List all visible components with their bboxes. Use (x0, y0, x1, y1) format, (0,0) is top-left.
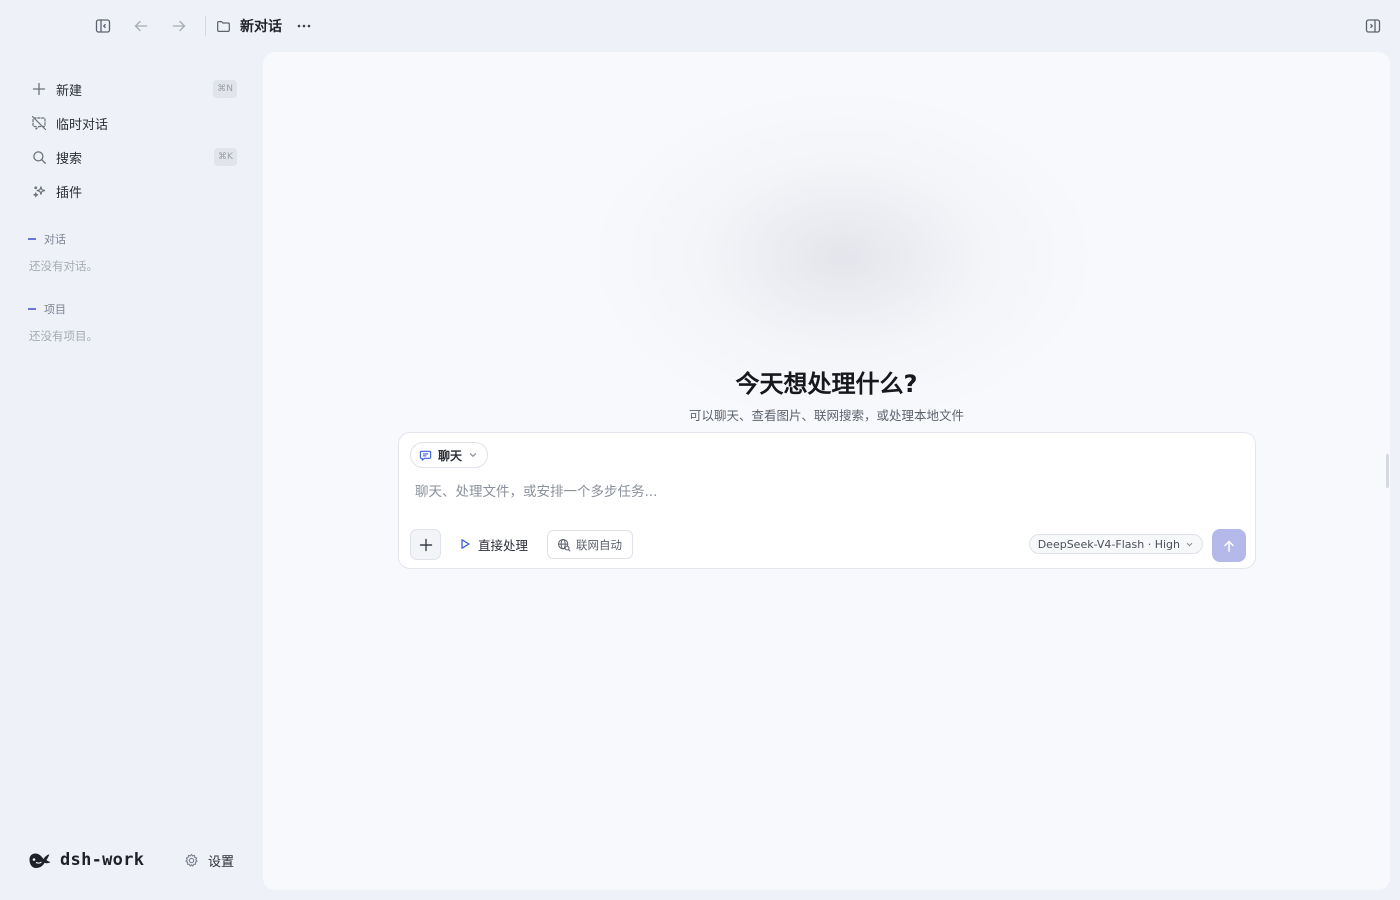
chat-bubble-icon (419, 449, 432, 462)
chevron-down-icon (1185, 540, 1194, 549)
top-bar: 新对话 (0, 0, 1400, 52)
shortcut-badge: ⌘N (213, 80, 237, 98)
sparkle-icon (30, 182, 48, 200)
section-title: 对话 (44, 233, 66, 246)
composer: 聊天 直接处理 (398, 432, 1256, 569)
settings-label: 设置 (208, 855, 235, 870)
collapse-icon (28, 308, 36, 310)
arrow-up-icon (1222, 539, 1236, 553)
page-title: 新对话 (240, 19, 282, 35)
plus-icon (30, 80, 48, 98)
brand: dsh-work (28, 850, 144, 870)
web-search-toggle[interactable]: 联网自动 (547, 530, 633, 559)
sidebar-item-label: 临时对话 (56, 117, 109, 133)
hero-title: 今天想处理什么? (735, 370, 918, 398)
sidebar-item-label: 搜索 (56, 151, 83, 167)
sidebar-item-plugins[interactable]: 插件 (20, 176, 246, 206)
send-button[interactable] (1212, 529, 1246, 562)
sidebar-item-label: 插件 (56, 185, 83, 201)
direct-process-label: 直接处理 (478, 537, 529, 553)
plus-icon (419, 538, 433, 552)
conversation-breadcrumb[interactable]: 新对话 (216, 14, 282, 38)
sidebar-item-temporary-chat[interactable]: 临时对话 (20, 108, 246, 138)
empty-projects-text: 还没有项目。 (29, 329, 98, 343)
model-selector[interactable]: DeepSeek-V4-Flash · High (1028, 534, 1203, 554)
search-icon (30, 148, 48, 166)
sidebar-item-search[interactable]: 搜索 ⌘K (20, 142, 246, 172)
model-label: DeepSeek-V4-Flash · High (1037, 537, 1180, 551)
gear-icon (184, 853, 199, 868)
sidebar-item-label: 新建 (56, 83, 83, 99)
play-icon (459, 538, 471, 550)
scrollbar[interactable] (1386, 454, 1389, 488)
empty-conversations-text: 还没有对话。 (29, 259, 98, 273)
hero-subtitle: 可以聊天、查看图片、联网搜索，或处理本地文件 (688, 408, 964, 423)
prompt-input[interactable] (415, 481, 1235, 503)
globe-search-icon (557, 538, 571, 552)
main-panel: 今天想处理什么? 可以聊天、查看图片、联网搜索，或处理本地文件 聊天 聊天、处理… (263, 52, 1390, 890)
right-panel-icon[interactable] (1361, 14, 1385, 38)
chevron-down-icon (468, 450, 478, 460)
web-search-label: 联网自动 (576, 537, 622, 552)
whale-logo-icon (28, 850, 52, 870)
sidebar-toggle-icon[interactable] (91, 14, 115, 38)
toolbar-divider (205, 16, 206, 36)
forward-arrow-icon[interactable] (167, 14, 191, 38)
attach-button[interactable] (410, 529, 441, 560)
mode-selector[interactable]: 聊天 (410, 442, 489, 468)
settings-button[interactable]: 设置 (184, 851, 234, 870)
back-arrow-icon[interactable] (129, 14, 153, 38)
sidebar-item-new[interactable]: 新建 ⌘N (20, 74, 246, 104)
section-title: 项目 (44, 303, 66, 316)
brand-name: dsh-work (60, 850, 145, 870)
mode-label: 聊天 (438, 448, 463, 463)
sidebar: 新建 ⌘N 临时对话 搜索 ⌘K 插件 对话 还没有对话。 项目 还没有项目。 … (0, 52, 262, 900)
more-icon[interactable] (292, 14, 316, 38)
shortcut-badge: ⌘K (214, 148, 237, 166)
direct-process-button[interactable]: 直接处理 (459, 532, 528, 556)
section-header-projects[interactable]: 项目 (28, 301, 66, 317)
temporary-chat-icon (30, 114, 48, 132)
folder-icon (216, 19, 231, 34)
section-header-conversations[interactable]: 对话 (28, 231, 66, 247)
collapse-icon (28, 238, 36, 240)
